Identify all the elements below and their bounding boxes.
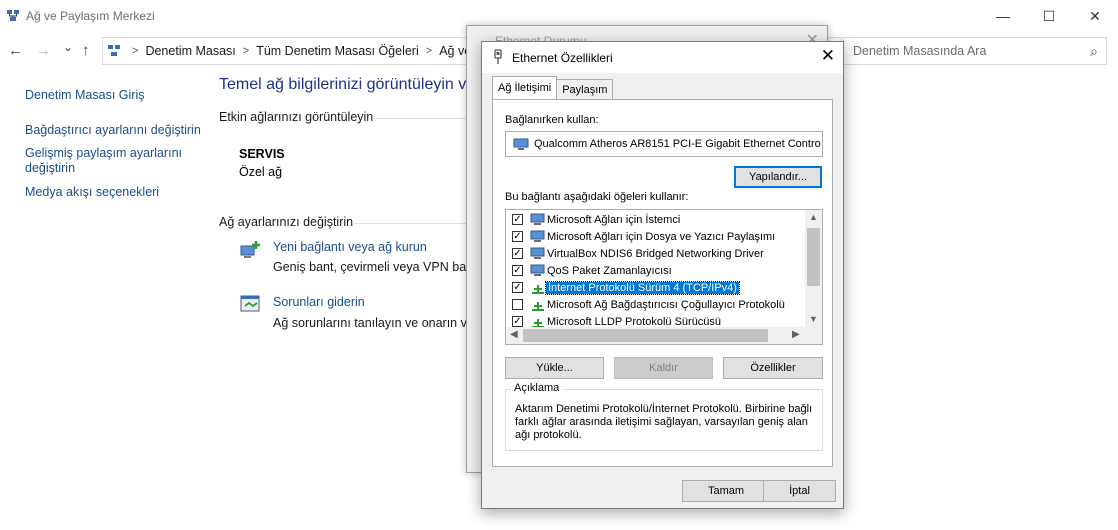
item-label: Microsoft LLDP Protokolü Sürücüsü (547, 315, 722, 328)
description-group: Açıklama Aktarım Denetimi Protokolü/İnte… (505, 382, 823, 451)
item-label: Microsoft Ağları için İstemci (547, 213, 681, 226)
item-checkbox[interactable]: ✓ (512, 316, 523, 327)
adapter-name: Qualcomm Atheros AR8151 PCI-E Gigabit Et… (534, 138, 821, 150)
list-item[interactable]: ✓ Microsoft Ağları için İstemci (506, 211, 806, 228)
ok-button[interactable]: Tamam (682, 480, 770, 502)
networking-tab-panel: Bağlanırken kullan: Qualcomm Atheros AR8… (492, 99, 833, 467)
new-connection-desc: Geniş bant, çevirmeli veya VPN bağla (273, 260, 483, 274)
nav-link-advanced-sharing[interactable]: Gelişmiş paylaşım ayarlarını değiştirin (25, 146, 185, 176)
network-adapter-icon (513, 138, 529, 150)
recent-locations-icon[interactable]: ⌄ (63, 40, 73, 54)
install-button[interactable]: Yükle... (505, 357, 604, 379)
description-legend: Açıklama (511, 382, 563, 394)
list-item[interactable]: Microsoft Ağ Bağdaştırıcısı Çoğullayıcı … (506, 296, 806, 313)
items-label: Bu bağlantı aşağıdaki öğeleri kullanır: (505, 191, 689, 203)
active-networks-heading: Etkin ağlarınızı görüntüleyin (219, 110, 374, 124)
troubleshoot-link[interactable]: Sorunları giderin (273, 295, 365, 309)
item-label: Microsoft Ağ Bağdaştırıcısı Çoğullayıcı … (547, 298, 785, 311)
window-title: Ağ ve Paylaşım Merkezi (26, 9, 155, 23)
protocol-icon (532, 301, 544, 311)
list-item[interactable]: ✓ VirtualBox NDIS6 Bridged Networking Dr… (506, 245, 806, 262)
dialog-title: Ethernet Özellikleri (512, 51, 613, 65)
dialog-close-button[interactable]: ✕ (821, 46, 835, 66)
client-icon (530, 213, 545, 225)
network-name: SERVIS (239, 147, 285, 161)
connect-using-label: Bağlanırken kullan: (505, 114, 599, 126)
properties-button[interactable]: Özellikler (723, 357, 823, 379)
tab-networking[interactable]: Ağ İletişimi (492, 76, 558, 99)
ethernet-plug-icon (494, 49, 502, 64)
section-divider (372, 118, 466, 119)
dialog-titlebar: Ethernet Özellikleri ✕ (482, 42, 843, 73)
uninstall-button: Kaldır (614, 357, 713, 379)
page-title: Temel ağ bilgilerinizi görüntüleyin v (219, 76, 467, 93)
components-list[interactable]: ✓ Microsoft Ağları için İstemci ✓ Micros… (505, 209, 823, 345)
item-checkbox[interactable]: ✓ (512, 282, 523, 293)
scroll-right-icon[interactable]: ▶ (792, 329, 800, 340)
change-settings-heading: Ağ ayarlarınızı değiştirin (219, 215, 354, 229)
troubleshoot-desc: Ağ sorunlarını tanılayın ve onarın vey (273, 316, 481, 330)
tab-sharing[interactable]: Paylaşım (556, 79, 614, 100)
list-item[interactable]: ✓ Microsoft Ağları için Dosya ve Yazıcı … (506, 228, 806, 245)
scroll-up-icon[interactable]: ▲ (809, 212, 818, 222)
horizontal-scroll-thumb[interactable] (523, 329, 768, 342)
search-input[interactable]: Denetim Masasında Ara ⌕ (843, 37, 1107, 65)
breadcrumb-separator: > (425, 45, 433, 57)
list-item[interactable]: ✓ İnternet Protokolü Sürüm 4 (TCP/IPv4) (506, 279, 806, 296)
configure-button[interactable]: Yapılandır... (734, 166, 822, 188)
ethernet-properties-dialog: Ethernet Özellikleri ✕ Ağ İletişimi Payl… (481, 41, 844, 509)
left-nav: Denetim Masası Giriş Bağdaştırıcı ayarla… (25, 88, 205, 209)
item-label: QoS Paket Zamanlayıcısı (547, 264, 672, 277)
item-checkbox[interactable]: ✓ (512, 231, 523, 242)
network-type: Özel ağ (239, 165, 283, 179)
section-divider (352, 223, 466, 224)
item-label-selected: İnternet Protokolü Sürüm 4 (TCP/IPv4) (545, 280, 740, 295)
search-placeholder: Denetim Masasında Ara (853, 44, 987, 58)
minimize-button[interactable]: — (980, 0, 1026, 32)
control-panel-icon (108, 45, 120, 56)
breadcrumb-all-items[interactable]: Tüm Denetim Masası Öğeleri (256, 44, 419, 58)
vertical-scroll-thumb[interactable] (807, 228, 820, 286)
new-connection-icon (240, 241, 260, 258)
search-icon[interactable]: ⌕ (1090, 43, 1098, 60)
horizontal-scrollbar[interactable]: ◀ ▶ (506, 327, 822, 344)
protocol-icon (532, 284, 544, 294)
up-arrow-icon[interactable]: ↑ (82, 42, 90, 59)
breadcrumb-control-panel[interactable]: Denetim Masası (145, 44, 235, 58)
dialog-tabs: Ağ İletişimi Paylaşım (492, 76, 614, 100)
item-checkbox-unchecked[interactable] (512, 299, 523, 310)
list-item[interactable]: ✓ QoS Paket Zamanlayıcısı (506, 262, 806, 279)
nav-link-adapter-settings[interactable]: Bağdaştırıcı ayarlarını değiştirin (25, 123, 205, 138)
driver-icon (530, 247, 545, 259)
breadcrumb-separator: > (242, 45, 250, 57)
item-label: VirtualBox NDIS6 Bridged Networking Driv… (547, 247, 764, 260)
new-connection-link[interactable]: Yeni bağlantı veya ağ kurun (273, 240, 427, 254)
scroll-down-icon[interactable]: ▼ (809, 314, 818, 324)
main-content: Temel ağ bilgilerinizi görüntüleyin v (219, 76, 466, 94)
breadcrumb-separator: > (132, 45, 139, 57)
back-arrow-icon[interactable]: ← (8, 42, 23, 59)
scroll-corner (805, 327, 822, 344)
close-button[interactable]: ✕ (1072, 0, 1118, 32)
service-icon (530, 230, 545, 242)
nav-link-media-streaming[interactable]: Medya akışı seçenekleri (25, 185, 205, 200)
item-label: Microsoft Ağları için Dosya ve Yazıcı Pa… (547, 230, 776, 243)
forward-arrow-icon[interactable]: → (36, 42, 51, 59)
cancel-button[interactable]: İptal (763, 480, 836, 502)
adapter-name-box: Qualcomm Atheros AR8151 PCI-E Gigabit Et… (505, 131, 823, 157)
qos-icon (530, 264, 545, 276)
maximize-button[interactable]: ☐ (1026, 0, 1072, 32)
item-checkbox[interactable]: ✓ (512, 214, 523, 225)
vertical-scrollbar[interactable]: ▲ ▼ (805, 210, 822, 328)
network-center-icon (7, 10, 19, 21)
scroll-left-icon[interactable]: ◀ (510, 329, 518, 340)
item-checkbox[interactable]: ✓ (512, 248, 523, 259)
nav-link-control-panel-home[interactable]: Denetim Masası Giriş (25, 88, 205, 103)
troubleshoot-icon (240, 295, 260, 312)
description-text: Aktarım Denetimi Protokolü/İnternet Prot… (515, 403, 813, 441)
item-checkbox[interactable]: ✓ (512, 265, 523, 276)
